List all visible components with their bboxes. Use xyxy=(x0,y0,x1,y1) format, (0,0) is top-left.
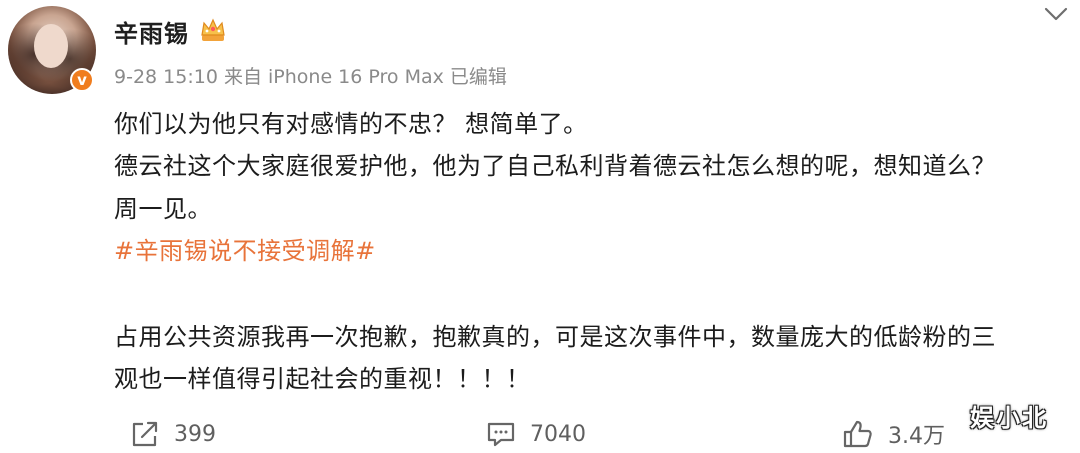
verified-badge-icon: v xyxy=(70,68,94,92)
hashtag-link[interactable]: #辛雨锡说不接受调解# xyxy=(114,235,376,267)
comment-button[interactable]: 7040 xyxy=(486,418,586,450)
post-text-line-3: 周一见。 xyxy=(114,195,212,223)
post-meta: 9-28 15:10 来自 iPhone 16 Pro Max 已编辑 xyxy=(114,66,507,88)
post-text-line-5: 占用公共资源我再一次抱歉，抱歉真的，可是这次事件中，数量庞大的低龄粉的三 xyxy=(114,323,996,351)
chevron-down-icon[interactable] xyxy=(1042,4,1070,24)
post-text-line-1: 你们以为他只有对感情的不忠？ 想简单了。 xyxy=(114,110,588,138)
post-text-line-2: 德云社这个大家庭很爱护他，他为了自己私利背着德云社怎么想的呢，想知道么？ xyxy=(114,152,996,180)
avatar-face xyxy=(34,24,68,68)
watermark: 娱小北 xyxy=(970,404,1048,432)
username[interactable]: 辛雨锡 xyxy=(114,14,189,49)
post-text-line-6: 观也一样值得引起社会的重视！！！！ xyxy=(114,365,531,393)
like-button[interactable]: 3.4万 xyxy=(842,418,945,450)
comment-count: 7040 xyxy=(530,421,586,447)
repost-button[interactable]: 399 xyxy=(130,418,216,450)
like-count: 3.4万 xyxy=(888,424,945,449)
crown-icon xyxy=(201,18,225,41)
repost-icon xyxy=(132,421,158,447)
repost-count: 399 xyxy=(174,421,216,447)
like-icon xyxy=(843,420,872,448)
comment-icon xyxy=(487,422,515,447)
